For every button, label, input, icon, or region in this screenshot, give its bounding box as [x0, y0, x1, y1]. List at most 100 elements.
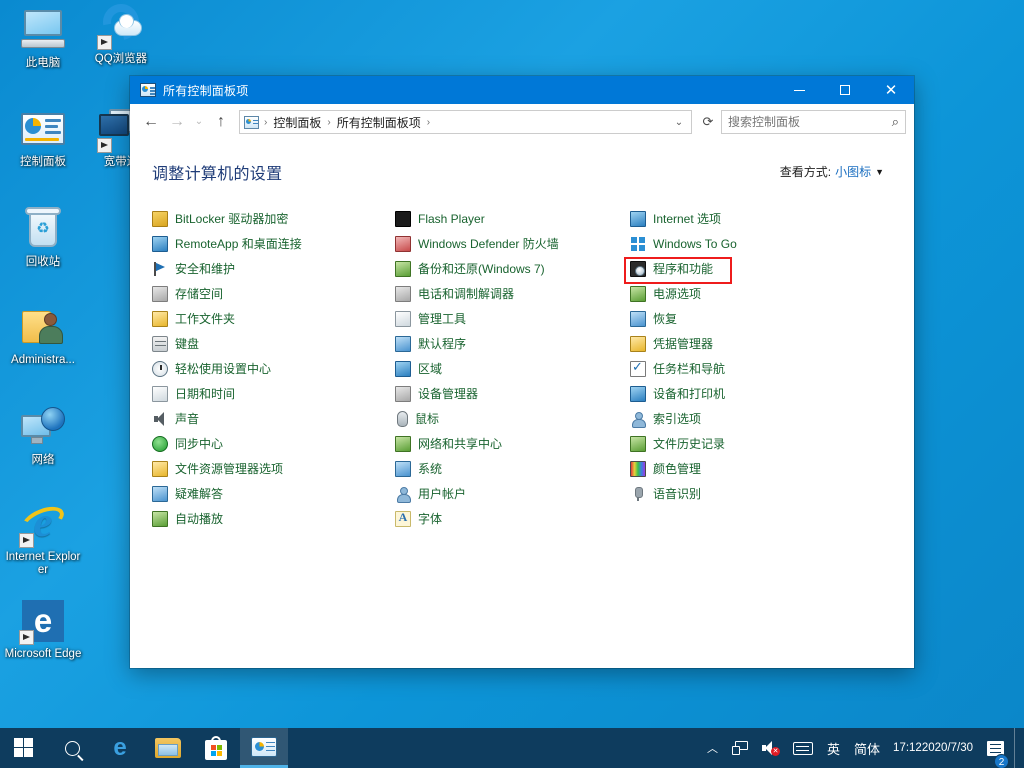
close-button[interactable]: ✕	[868, 76, 914, 104]
control-panel-item[interactable]: 电源选项	[630, 281, 892, 306]
breadcrumb-item-control-panel[interactable]: 控制面板	[269, 112, 325, 133]
desktop-icon-microsoft-edge[interactable]: e Microsoft Edge	[4, 597, 82, 661]
bitlocker-icon	[152, 211, 168, 227]
control-panel-item[interactable]: BitLocker 驱动器加密	[152, 206, 395, 231]
flash-player-icon	[395, 211, 411, 227]
control-panel-item[interactable]: 鼠标	[395, 406, 630, 431]
control-panel-item[interactable]: 字体	[395, 506, 630, 531]
control-panel-item-label: Windows To Go	[653, 237, 737, 251]
desktop-icon-this-pc[interactable]: 此电脑	[4, 6, 82, 70]
forward-button[interactable]: →	[164, 109, 190, 135]
control-panel-item[interactable]: 恢复	[630, 306, 892, 331]
ime-shape-indicator[interactable]: 简体	[847, 728, 887, 768]
control-panel-item[interactable]: 颜色管理	[630, 456, 892, 481]
control-panel-item[interactable]: 语音识别	[630, 481, 892, 506]
network-tray-button[interactable]	[725, 728, 755, 768]
control-panel-item[interactable]: 管理工具	[395, 306, 630, 331]
window-title: 所有控制面板项	[163, 82, 248, 99]
desktop-icon-qq-browser[interactable]: QQ浏览器	[82, 2, 160, 66]
desktop-icon-label: QQ浏览器	[82, 53, 160, 66]
power-options-icon	[630, 286, 646, 302]
search-box[interactable]: ⌕	[721, 110, 906, 134]
taskbar-search-button[interactable]	[48, 728, 96, 768]
control-panel-item[interactable]: 任务栏和导航	[630, 356, 892, 381]
desktop-icon-administrator[interactable]: Administra...	[4, 303, 82, 367]
control-panel-item[interactable]: 默认程序	[395, 331, 630, 356]
control-panel-item[interactable]: RemoteApp 和桌面连接	[152, 231, 395, 256]
show-desktop-button[interactable]	[1014, 728, 1020, 768]
control-panel-item[interactable]: 日期和时间	[152, 381, 395, 406]
desktop-icon-recycle-bin[interactable]: ♻ 回收站	[4, 205, 82, 269]
desktop-icon-control-panel[interactable]: 控制面板	[4, 105, 82, 169]
control-panel-item[interactable]: Flash Player	[395, 206, 630, 231]
control-panel-item[interactable]: 电话和调制解调器	[395, 281, 630, 306]
control-panel-item[interactable]: 疑难解答	[152, 481, 395, 506]
desktop-icon-network[interactable]: 网络	[4, 403, 82, 467]
keyboard-icon	[152, 336, 168, 352]
search-icon	[65, 741, 80, 756]
breadcrumb-item-all-items[interactable]: 所有控制面板项	[333, 112, 425, 133]
control-panel-item[interactable]: Windows Defender 防火墙	[395, 231, 630, 256]
speech-recognition-icon	[630, 486, 646, 502]
volume-tray-button[interactable]: ✕	[755, 728, 786, 768]
control-panel-item[interactable]: 存储空间	[152, 281, 395, 306]
control-panel-item[interactable]: 凭据管理器	[630, 331, 892, 356]
ime-mode-indicator[interactable]: 英	[820, 728, 847, 768]
taskbar-edge-button[interactable]: e	[96, 728, 144, 768]
start-button[interactable]	[0, 728, 48, 768]
control-panel-item[interactable]: 区域	[395, 356, 630, 381]
desktop-icon-internet-explorer[interactable]: e Internet Explorer	[4, 500, 82, 577]
clock[interactable]: 17:12 2020/7/30	[887, 728, 983, 768]
control-panel-item[interactable]: 声音	[152, 406, 395, 431]
window-titlebar[interactable]: 所有控制面板项 ✕	[130, 76, 914, 104]
control-panel-item[interactable]: 键盘	[152, 331, 395, 356]
view-by-control[interactable]: 查看方式: 小图标 ▼	[780, 160, 892, 180]
refresh-icon[interactable]: ⟳	[695, 109, 721, 135]
taskbar-explorer-button[interactable]	[144, 728, 192, 768]
firewall-icon	[395, 236, 411, 252]
control-panel-item[interactable]: 设备和打印机	[630, 381, 892, 406]
control-panel-icon	[140, 83, 156, 97]
control-panel-item-label: 文件历史记录	[653, 435, 725, 452]
control-panel-item-label: 安全和维护	[175, 260, 235, 277]
view-by-value[interactable]: 小图标	[835, 163, 871, 180]
touch-keyboard-button[interactable]	[786, 728, 820, 768]
action-center-button[interactable]: 2	[983, 728, 1014, 768]
control-panel-item[interactable]: 索引选项	[630, 406, 892, 431]
maximize-button[interactable]	[822, 76, 868, 104]
control-panel-item[interactable]: 同步中心	[152, 431, 395, 456]
control-panel-item[interactable]: Windows To Go	[630, 231, 892, 256]
chevron-down-icon[interactable]: ⌄	[669, 117, 689, 128]
up-button[interactable]: ↑	[208, 109, 234, 135]
recovery-icon	[630, 311, 646, 327]
control-panel-item[interactable]: 轻松使用设置中心	[152, 356, 395, 381]
address-bar[interactable]: › 控制面板 › 所有控制面板项 › ⌄	[239, 110, 692, 134]
control-panel-item[interactable]: 备份和还原(Windows 7)	[395, 256, 630, 281]
control-panel-item[interactable]: 安全和维护	[152, 256, 395, 281]
work-folders-icon	[152, 311, 168, 327]
control-panel-item[interactable]: 自动播放	[152, 506, 395, 531]
show-hidden-icons-button[interactable]: ︿	[700, 728, 725, 768]
control-panel-item[interactable]: 系统	[395, 456, 630, 481]
user-folder-icon	[19, 303, 67, 351]
chevron-down-icon[interactable]: ▼	[875, 167, 884, 177]
control-panel-item[interactable]: 用户帐户	[395, 481, 630, 506]
back-button[interactable]: ←	[138, 109, 164, 135]
control-panel-item[interactable]: 程序和功能	[630, 256, 892, 281]
control-panel-item[interactable]: 工作文件夹	[152, 306, 395, 331]
recent-locations-button[interactable]: ⌄	[190, 109, 208, 135]
phone-modem-icon	[395, 286, 411, 302]
region-icon	[395, 361, 411, 377]
taskbar-control-panel-button[interactable]	[240, 728, 288, 768]
taskbar-store-button[interactable]	[192, 728, 240, 768]
search-input[interactable]	[728, 115, 892, 129]
windows-logo-icon	[14, 738, 34, 758]
ie-icon: e	[19, 500, 67, 548]
control-panel-item[interactable]: 网络和共享中心	[395, 431, 630, 456]
control-panel-item[interactable]: 文件历史记录	[630, 431, 892, 456]
control-panel-item-label: 凭据管理器	[653, 335, 713, 352]
control-panel-item[interactable]: 设备管理器	[395, 381, 630, 406]
minimize-button[interactable]	[776, 76, 822, 104]
control-panel-item[interactable]: 文件资源管理器选项	[152, 456, 395, 481]
control-panel-item[interactable]: Internet 选项	[630, 206, 892, 231]
